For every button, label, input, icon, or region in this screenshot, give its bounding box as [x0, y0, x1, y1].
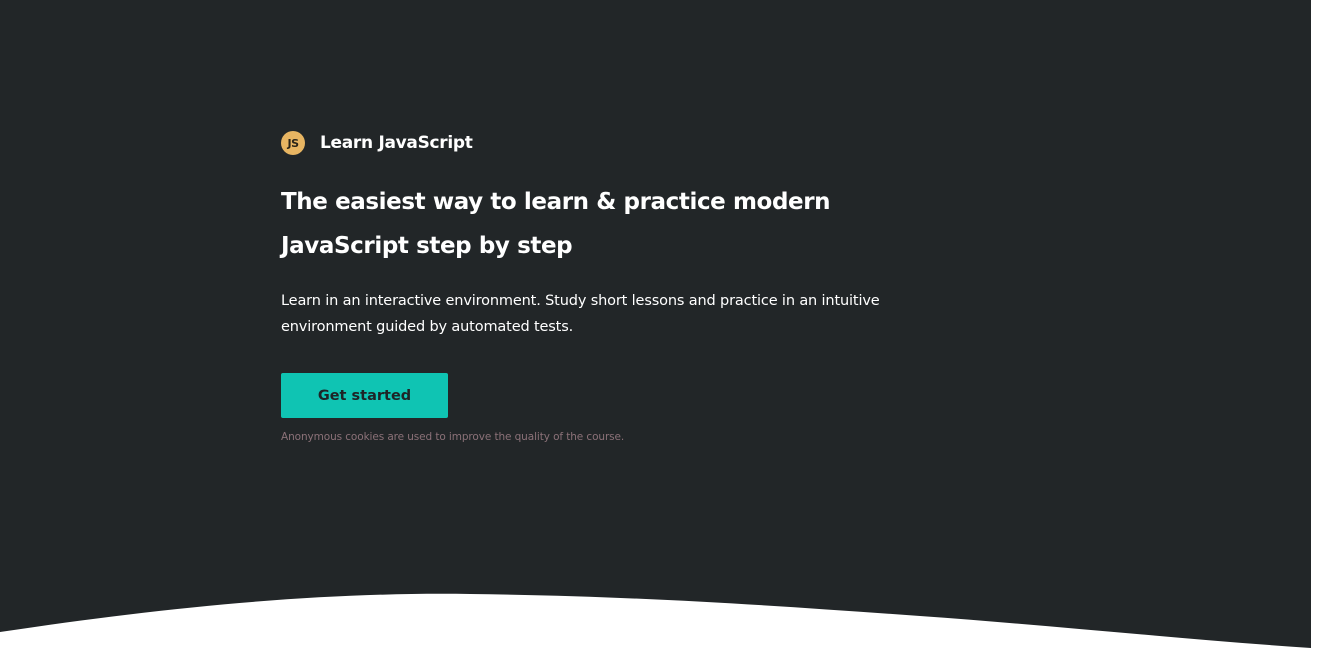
brand[interactable]: JS Learn JavaScript [281, 130, 921, 156]
hero-section: JS Learn JavaScript The easiest way to l… [0, 0, 1311, 668]
hero-content: JS Learn JavaScript The easiest way to l… [281, 130, 921, 443]
js-logo-icon: JS [281, 131, 305, 155]
get-started-button[interactable]: Get started [281, 373, 448, 418]
headline: The easiest way to learn & practice mode… [281, 189, 831, 259]
lead-text: Learn in an interactive environment. Stu… [281, 293, 880, 335]
brand-name: Learn JavaScript [320, 133, 473, 153]
cookie-note: Anonymous cookies are used to improve th… [281, 431, 625, 443]
